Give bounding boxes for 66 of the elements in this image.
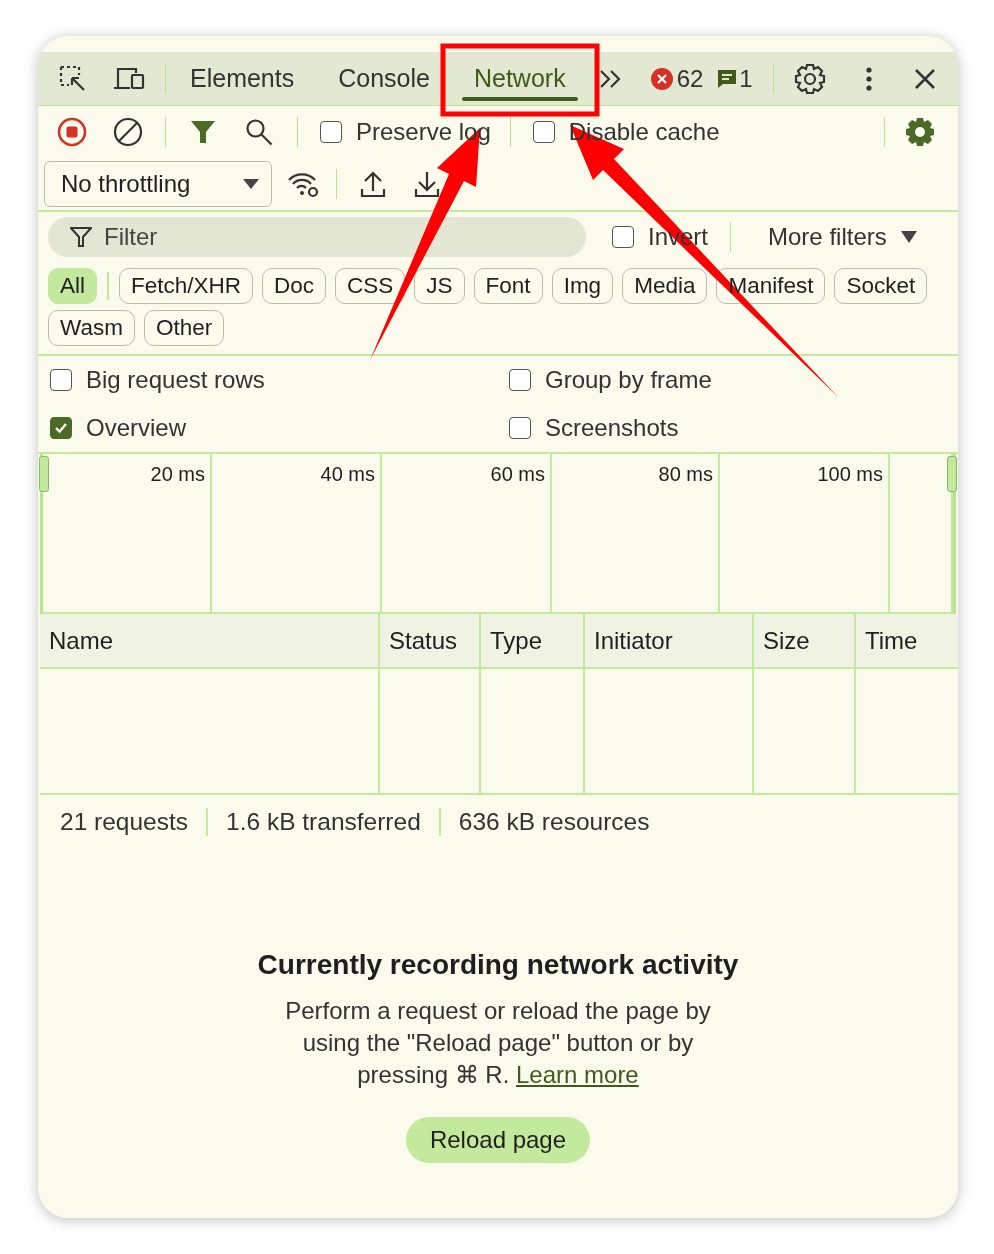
type-filter-chip[interactable]: JS <box>414 268 465 304</box>
checkbox[interactable] <box>509 369 531 391</box>
type-filter-chip[interactable]: Wasm <box>48 310 135 346</box>
time-tick-label: 80 ms <box>658 463 713 485</box>
checkbox-label: Overview <box>86 414 187 442</box>
filter-icon[interactable] <box>190 119 216 145</box>
type-filter-chip[interactable]: Font <box>473 268 543 304</box>
tab[interactable]: Network <box>451 52 588 105</box>
column-header[interactable]: Initiator <box>585 614 754 669</box>
checkbox-label: Big request rows <box>86 366 265 394</box>
column-header[interactable]: Size <box>754 614 856 669</box>
type-filter-chip[interactable]: Doc <box>262 268 327 304</box>
caret-icon <box>243 179 259 189</box>
time-tick-label: 100 ms <box>817 463 883 485</box>
checkbox-label: Group by frame <box>545 366 712 394</box>
time-tick-label: 20 ms <box>150 463 205 485</box>
empty-state-text: Perform a request or reload the page by using the "Reload page" button or by pressing ⌘ R. Learn more <box>284 996 712 1090</box>
checkbox[interactable] <box>50 369 72 391</box>
column-header[interactable]: Type <box>481 614 585 669</box>
range-handle[interactable] <box>39 456 49 492</box>
close-icon[interactable] <box>913 67 936 90</box>
checkbox[interactable] <box>320 121 342 143</box>
type-filter-chip[interactable]: Other <box>143 310 225 346</box>
checkbox-label: Screenshots <box>545 414 679 442</box>
type-filter-chip[interactable]: Manifest <box>716 268 826 304</box>
time-tick-label: 60 ms <box>490 463 545 485</box>
status-text: 636 kB resources <box>438 808 668 836</box>
error-icon <box>649 66 674 91</box>
checkbox[interactable] <box>50 417 72 439</box>
type-filter-chip[interactable]: All <box>48 268 97 304</box>
type-filter-chip[interactable]: Socket <box>834 268 928 304</box>
clear-icon[interactable] <box>113 117 143 147</box>
checkbox[interactable] <box>532 121 555 143</box>
column-header[interactable]: Status <box>380 614 481 669</box>
reload-page-button[interactable]: Reload page <box>405 1117 591 1163</box>
tab[interactable]: Elements <box>168 52 317 105</box>
type-filter-chip[interactable]: CSS <box>335 268 406 304</box>
time-tick-label: 40 ms <box>320 463 375 485</box>
checkbox[interactable] <box>509 417 531 439</box>
stop-recording-icon[interactable] <box>57 117 87 147</box>
checkbox[interactable] <box>612 226 634 248</box>
column-header[interactable]: Name <box>40 614 380 669</box>
filter-field[interactable]: Filter <box>48 217 586 257</box>
type-filter-chip[interactable]: Media <box>622 268 708 304</box>
throttling-dropdown[interactable]: No throttling <box>44 161 272 207</box>
checkbox-label: Preserve log <box>356 118 491 146</box>
status-text: 1.6 kB transferred <box>206 808 439 836</box>
more-options-icon[interactable] <box>863 64 874 93</box>
column-header[interactable]: Time <box>856 614 958 669</box>
caret-icon <box>900 231 917 243</box>
error-count: 62 <box>676 64 704 93</box>
search-icon[interactable] <box>245 118 273 146</box>
settings-icon[interactable] <box>793 62 826 95</box>
download-icon[interactable] <box>413 169 441 199</box>
filter-icon <box>70 226 92 248</box>
settings-icon[interactable] <box>904 116 936 148</box>
message-count: 1 <box>739 64 753 93</box>
upload-icon[interactable] <box>359 169 387 199</box>
type-filter-chip[interactable]: Img <box>551 268 614 304</box>
more-filters-dropdown[interactable]: More filters <box>768 223 917 251</box>
type-filter-chip[interactable]: Fetch/XHR <box>119 268 254 304</box>
tab[interactable]: Console <box>316 52 452 105</box>
learn-more-link[interactable]: Learn more <box>516 1061 639 1088</box>
range-handle[interactable] <box>947 456 957 492</box>
status-text: 21 requests <box>59 808 190 836</box>
empty-state-title: Currently recording network activity <box>257 949 739 981</box>
